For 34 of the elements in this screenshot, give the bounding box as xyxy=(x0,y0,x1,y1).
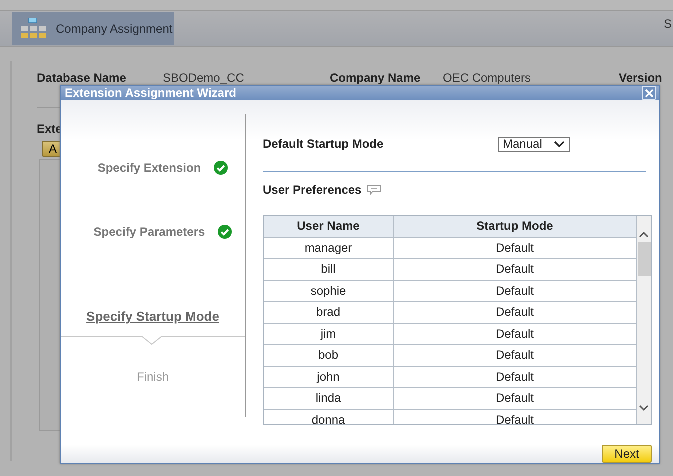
next-button[interactable]: Next xyxy=(602,445,652,463)
scroll-up-icon[interactable] xyxy=(639,231,649,238)
dialog-title: Extension Assignment Wizard xyxy=(65,86,236,100)
table-cell: jim xyxy=(264,324,394,344)
startup-mode-dropdown[interactable]: Manual xyxy=(498,136,570,152)
field-label: Version xyxy=(619,71,664,85)
step-label[interactable]: Specify Parameters xyxy=(94,225,206,239)
column-header: User Name xyxy=(264,216,394,236)
field-value: SBODemo_CC xyxy=(163,71,246,85)
step-label[interactable]: Specify Startup Mode xyxy=(86,309,220,324)
grid-icon xyxy=(20,18,46,40)
tab-label: Company Assignment xyxy=(56,22,173,36)
table-cell: bill xyxy=(264,259,394,280)
field-label: Default Startup Mode xyxy=(263,137,385,151)
field-label: Database Name xyxy=(37,71,128,85)
chevron-down-icon xyxy=(554,140,565,148)
section-title: User Preferences xyxy=(263,183,362,197)
table-cell: donna xyxy=(264,410,394,424)
close-button[interactable] xyxy=(642,86,656,100)
step-label[interactable]: Specify Extension xyxy=(98,161,202,175)
scrollbar[interactable] xyxy=(637,216,651,424)
table-cell: sophie xyxy=(264,280,394,301)
header-text: S xyxy=(664,17,672,31)
table-cell: manager xyxy=(264,238,394,258)
table-cell: bob xyxy=(264,345,394,366)
table-cell: linda xyxy=(264,388,394,408)
scroll-down-icon[interactable] xyxy=(639,405,649,412)
scroll-thumb[interactable] xyxy=(638,242,650,276)
company-assignment-tab[interactable]: Company Assignment xyxy=(12,12,174,45)
field-value: OEC Computers xyxy=(443,71,532,85)
table-cell: brad xyxy=(264,302,394,322)
field-label: Company Name xyxy=(330,71,422,85)
table-cell: john xyxy=(264,366,394,387)
comment-icon xyxy=(366,185,381,195)
